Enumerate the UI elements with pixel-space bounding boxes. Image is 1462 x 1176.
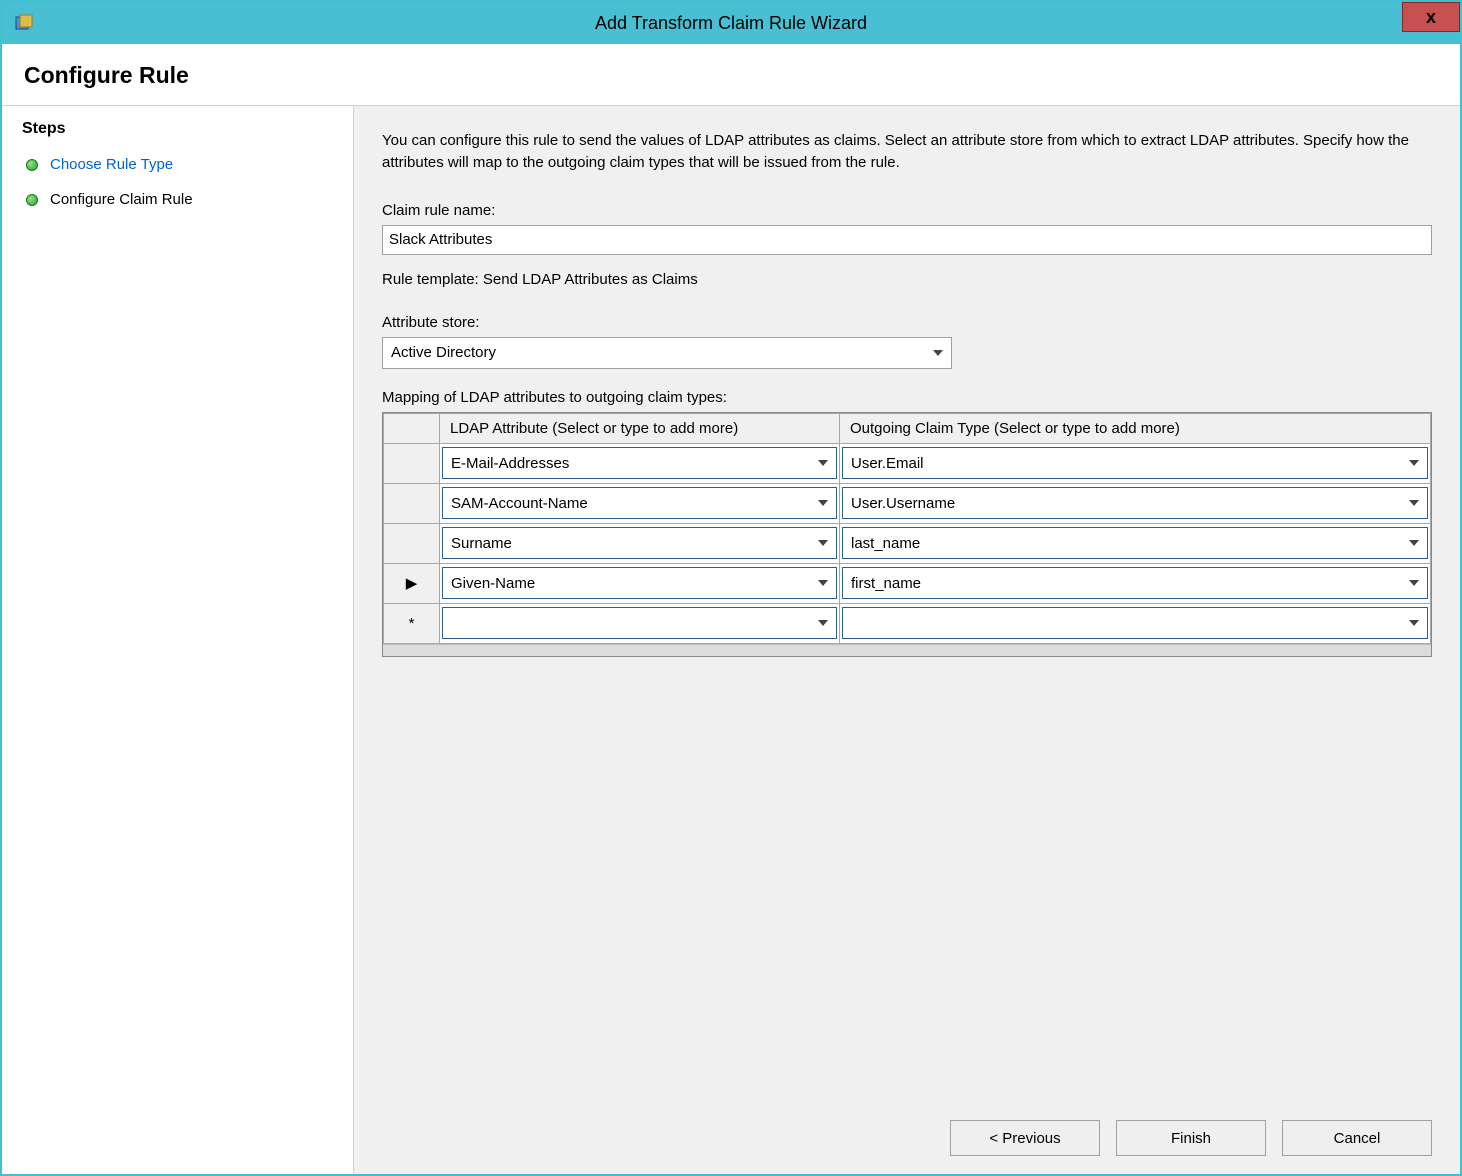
close-button[interactable]: x [1402,2,1460,32]
ldap-attribute-dropdown[interactable] [442,607,837,639]
row-marker[interactable]: * [384,603,440,643]
wizard-body: Steps Choose Rule Type Configure Claim R… [2,106,1460,1174]
cell-value: first_name [851,575,921,592]
grid-scrollbar[interactable] [383,644,1431,656]
app-icon [14,13,34,33]
attribute-store-dropdown[interactable]: Active Directory [382,337,952,369]
chevron-down-icon [1409,540,1419,546]
titlebar: Add Transform Claim Rule Wizard x [2,2,1460,44]
row-marker[interactable] [384,483,440,523]
finish-button[interactable]: Finish [1116,1120,1266,1156]
attribute-store-label: Attribute store: [382,314,1432,331]
outgoing-claim-dropdown[interactable]: User.Username [842,487,1428,519]
chevron-down-icon [818,580,828,586]
steps-title: Steps [2,116,353,148]
cell-value: Surname [451,535,512,552]
chevron-down-icon [818,540,828,546]
page-title: Configure Rule [2,44,1460,106]
grid-corner [384,413,440,443]
cell-value: last_name [851,535,920,552]
table-row: SAM-Account-Name User.Username [384,483,1431,523]
mapping-grid: LDAP Attribute (Select or type to add mo… [382,412,1432,657]
col-ldap-attribute[interactable]: LDAP Attribute (Select or type to add mo… [440,413,840,443]
chevron-down-icon [1409,580,1419,586]
attribute-store-value: Active Directory [391,344,496,361]
chevron-down-icon [1409,620,1419,626]
step-label: Configure Claim Rule [50,191,193,208]
ldap-attribute-dropdown[interactable]: SAM-Account-Name [442,487,837,519]
chevron-down-icon [933,350,943,356]
chevron-down-icon [818,620,828,626]
main-panel: You can configure this rule to send the … [354,106,1460,1174]
row-marker[interactable]: ▶ [384,563,440,603]
outgoing-claim-dropdown[interactable]: last_name [842,527,1428,559]
cell-value: User.Email [851,455,924,472]
cell-value: E-Mail-Addresses [451,455,569,472]
chevron-down-icon [1409,500,1419,506]
wizard-window: Add Transform Claim Rule Wizard x Config… [0,0,1462,1176]
table-row: E-Mail-Addresses User.Email [384,443,1431,483]
step-complete-icon [26,159,38,171]
claim-rule-name-input[interactable] [382,225,1432,255]
wizard-footer: < Previous Finish Cancel [382,1100,1432,1156]
ldap-attribute-dropdown[interactable]: Given-Name [442,567,837,599]
cell-value: Given-Name [451,575,535,592]
step-choose-rule-type[interactable]: Choose Rule Type [2,148,353,183]
table-row: ▶ Given-Name first_name [384,563,1431,603]
step-complete-icon [26,194,38,206]
chevron-down-icon [1409,460,1419,466]
chevron-down-icon [818,500,828,506]
table-row: Surname last_name [384,523,1431,563]
chevron-down-icon [818,460,828,466]
mapping-label: Mapping of LDAP attributes to outgoing c… [382,389,1432,406]
outgoing-claim-dropdown[interactable]: first_name [842,567,1428,599]
table-row: * [384,603,1431,643]
step-configure-claim-rule[interactable]: Configure Claim Rule [2,183,353,218]
ldap-attribute-dropdown[interactable]: Surname [442,527,837,559]
intro-text: You can configure this rule to send the … [382,130,1432,174]
row-marker[interactable] [384,523,440,563]
cell-value: User.Username [851,495,955,512]
claim-rule-name-label: Claim rule name: [382,202,1432,219]
close-icon: x [1426,7,1436,28]
previous-button[interactable]: < Previous [950,1120,1100,1156]
col-outgoing-claim[interactable]: Outgoing Claim Type (Select or type to a… [840,413,1431,443]
outgoing-claim-dropdown[interactable]: User.Email [842,447,1428,479]
ldap-attribute-dropdown[interactable]: E-Mail-Addresses [442,447,837,479]
cancel-button[interactable]: Cancel [1282,1120,1432,1156]
row-marker[interactable] [384,443,440,483]
steps-sidebar: Steps Choose Rule Type Configure Claim R… [2,106,354,1174]
outgoing-claim-dropdown[interactable] [842,607,1428,639]
cell-value: SAM-Account-Name [451,495,588,512]
rule-template-label: Rule template: Send LDAP Attributes as C… [382,271,1432,288]
window-title: Add Transform Claim Rule Wizard [2,13,1460,34]
step-label: Choose Rule Type [50,156,173,173]
